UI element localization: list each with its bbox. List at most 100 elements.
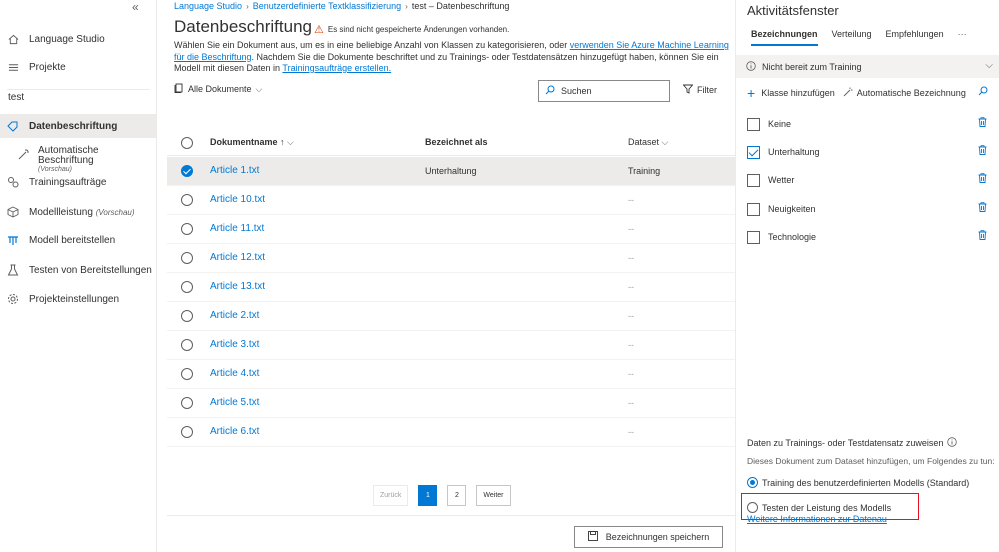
add-icon: + <box>747 85 756 101</box>
breadcrumb-current: test – Datenbeschriftung <box>411 1 510 11</box>
home-icon <box>7 33 19 45</box>
activity-panel: Aktivitätsfenster Bezeichnungen Verteilu… <box>735 0 999 552</box>
trash-icon[interactable] <box>978 173 987 185</box>
select-all-radio[interactable] <box>181 137 193 149</box>
label-name: Unterhaltung <box>768 147 820 157</box>
row-radio[interactable] <box>181 281 193 293</box>
training-status-bar[interactable]: Nicht bereit zum Training ⌵ <box>736 55 999 78</box>
table-row[interactable]: Article 4.txt -- <box>167 360 735 389</box>
collapse-nav-icon[interactable]: « <box>132 0 139 14</box>
search-input[interactable] <box>561 86 661 96</box>
row-radio[interactable] <box>181 165 193 177</box>
table-row[interactable]: Article 12.txt -- <box>167 244 735 273</box>
chevron-down-icon: ⌵ <box>255 83 263 94</box>
row-radio[interactable] <box>181 223 193 235</box>
nav-item-testen-bereitstellungen[interactable]: Testen von Bereitstellungen <box>0 258 156 282</box>
table-row[interactable]: Article 13.txt -- <box>167 273 735 302</box>
tab-bezeichnungen[interactable]: Bezeichnungen <box>751 29 818 46</box>
document-name[interactable]: Article 1.txt <box>210 165 259 176</box>
left-navigation: « Language Studio Projekte test Datenbes… <box>0 0 157 552</box>
save-labels-button[interactable]: Bezeichnungen speichern <box>574 526 723 548</box>
row-radio[interactable] <box>181 194 193 206</box>
document-name[interactable]: Article 2.txt <box>210 310 259 321</box>
document-name[interactable]: Article 13.txt <box>210 281 265 292</box>
filter-label: Alle Dokumente <box>188 84 252 94</box>
option-testing[interactable]: Testen der Leistung des Modells <box>747 502 891 513</box>
auto-label-button[interactable]: Automatische Bezeichnung <box>843 87 966 99</box>
document-name[interactable]: Article 12.txt <box>210 252 265 263</box>
label-checkbox[interactable] <box>747 173 760 187</box>
nav-item-language-studio[interactable]: Language Studio <box>0 27 156 51</box>
info-icon <box>746 60 756 73</box>
assign-title-text: Daten zu Trainings- oder Testdatensatz z… <box>747 438 944 448</box>
page-1-button[interactable]: 1 <box>418 485 438 506</box>
table-row[interactable]: Article 11.txt -- <box>167 215 735 244</box>
label-item-wetter[interactable]: Wetter <box>747 173 987 187</box>
more-info-link[interactable]: Weitere Informationen zur Datenau <box>747 514 887 524</box>
row-radio[interactable] <box>181 252 193 264</box>
nav-item-trainingsauftraege[interactable]: Trainingsaufträge <box>0 170 156 194</box>
row-radio[interactable] <box>181 397 193 409</box>
table-row[interactable]: Article 2.txt -- <box>167 302 735 331</box>
document-name[interactable]: Article 4.txt <box>210 368 259 379</box>
label-item-unterhaltung[interactable]: Unterhaltung <box>747 145 987 159</box>
label-checkbox[interactable] <box>747 117 760 131</box>
document-name[interactable]: Article 6.txt <box>210 426 259 437</box>
training-jobs-link[interactable]: Trainingsaufträge erstellen. <box>282 63 391 73</box>
divider <box>167 515 735 516</box>
row-radio[interactable] <box>181 368 193 380</box>
option-training[interactable]: Training des benutzerdefinierten Modells… <box>747 477 969 488</box>
header-label: Dokumentname ↑ <box>210 137 285 147</box>
tab-empfehlungen[interactable]: Empfehlungen <box>886 29 944 44</box>
document-name[interactable]: Article 3.txt <box>210 339 259 350</box>
label-checkbox[interactable] <box>747 230 760 244</box>
tag-icon <box>7 120 19 132</box>
table-row[interactable]: Article 5.txt -- <box>167 389 735 418</box>
tab-verteilung[interactable]: Verteilung <box>832 29 872 44</box>
page-description: Wählen Sie ein Dokument aus, um es in ei… <box>174 40 730 75</box>
table-row[interactable]: Article 1.txt Unterhaltung Training <box>167 157 735 186</box>
training-radio[interactable] <box>747 477 758 488</box>
trash-icon[interactable] <box>978 230 987 242</box>
table-row[interactable]: Article 10.txt -- <box>167 186 735 215</box>
filter-button[interactable]: Filter <box>682 84 717 96</box>
table-row[interactable]: Article 3.txt -- <box>167 331 735 360</box>
more-tabs-icon[interactable]: ··· <box>958 29 967 44</box>
pagination: Zurück 1 2 Weiter <box>373 485 511 506</box>
label-checkbox[interactable] <box>747 145 760 159</box>
nav-item-modellleistung[interactable]: Modellleistung (Vorschau) <box>0 200 156 224</box>
document-name[interactable]: Article 10.txt <box>210 194 265 205</box>
row-radio[interactable] <box>181 339 193 351</box>
nav-item-modell-bereitstellen[interactable]: Modell bereitstellen <box>0 228 156 252</box>
previous-page-button[interactable]: Zurück <box>373 485 409 506</box>
info-icon[interactable] <box>947 437 958 449</box>
nav-item-projekte[interactable]: Projekte <box>0 55 156 79</box>
table-row[interactable]: Article 6.txt -- <box>167 418 735 447</box>
label-item-neuigkeiten[interactable]: Neuigkeiten <box>747 202 987 216</box>
search-box[interactable] <box>538 80 670 102</box>
label-checkbox[interactable] <box>747 202 760 216</box>
trash-icon[interactable] <box>978 202 987 214</box>
document-filter-dropdown[interactable]: Alle Dokumente ⌵ <box>174 83 262 95</box>
trash-icon[interactable] <box>978 145 987 157</box>
testing-radio[interactable] <box>747 502 758 513</box>
nav-item-projekteinstellungen[interactable]: Projekteinstellungen <box>0 287 156 311</box>
nav-item-datenbeschriftung[interactable]: Datenbeschriftung <box>0 114 156 138</box>
breadcrumb-textklassifizierung[interactable]: Benutzerdefinierte Textklassifizierung <box>253 1 401 11</box>
column-header-dataset[interactable]: Dataset ⌵ <box>628 137 668 148</box>
trash-icon[interactable] <box>978 117 987 129</box>
row-radio[interactable] <box>181 310 193 322</box>
column-header-name[interactable]: Dokumentname ↑ ⌵ <box>210 137 294 148</box>
add-class-button[interactable]: Klasse hinzufügen <box>761 88 835 98</box>
chevron-right-icon: › <box>405 1 408 11</box>
document-name[interactable]: Article 5.txt <box>210 397 259 408</box>
label-item-keine[interactable]: Keine <box>747 117 987 131</box>
page-2-button[interactable]: 2 <box>447 485 467 506</box>
row-radio[interactable] <box>181 426 193 438</box>
breadcrumb-language-studio[interactable]: Language Studio <box>174 1 242 11</box>
label-item-technologie[interactable]: Technologie <box>747 230 987 244</box>
document-name[interactable]: Article 11.txt <box>210 223 264 234</box>
search-icon[interactable] <box>978 86 988 98</box>
next-page-button[interactable]: Weiter <box>476 485 511 506</box>
header-label: Dataset <box>628 137 660 147</box>
